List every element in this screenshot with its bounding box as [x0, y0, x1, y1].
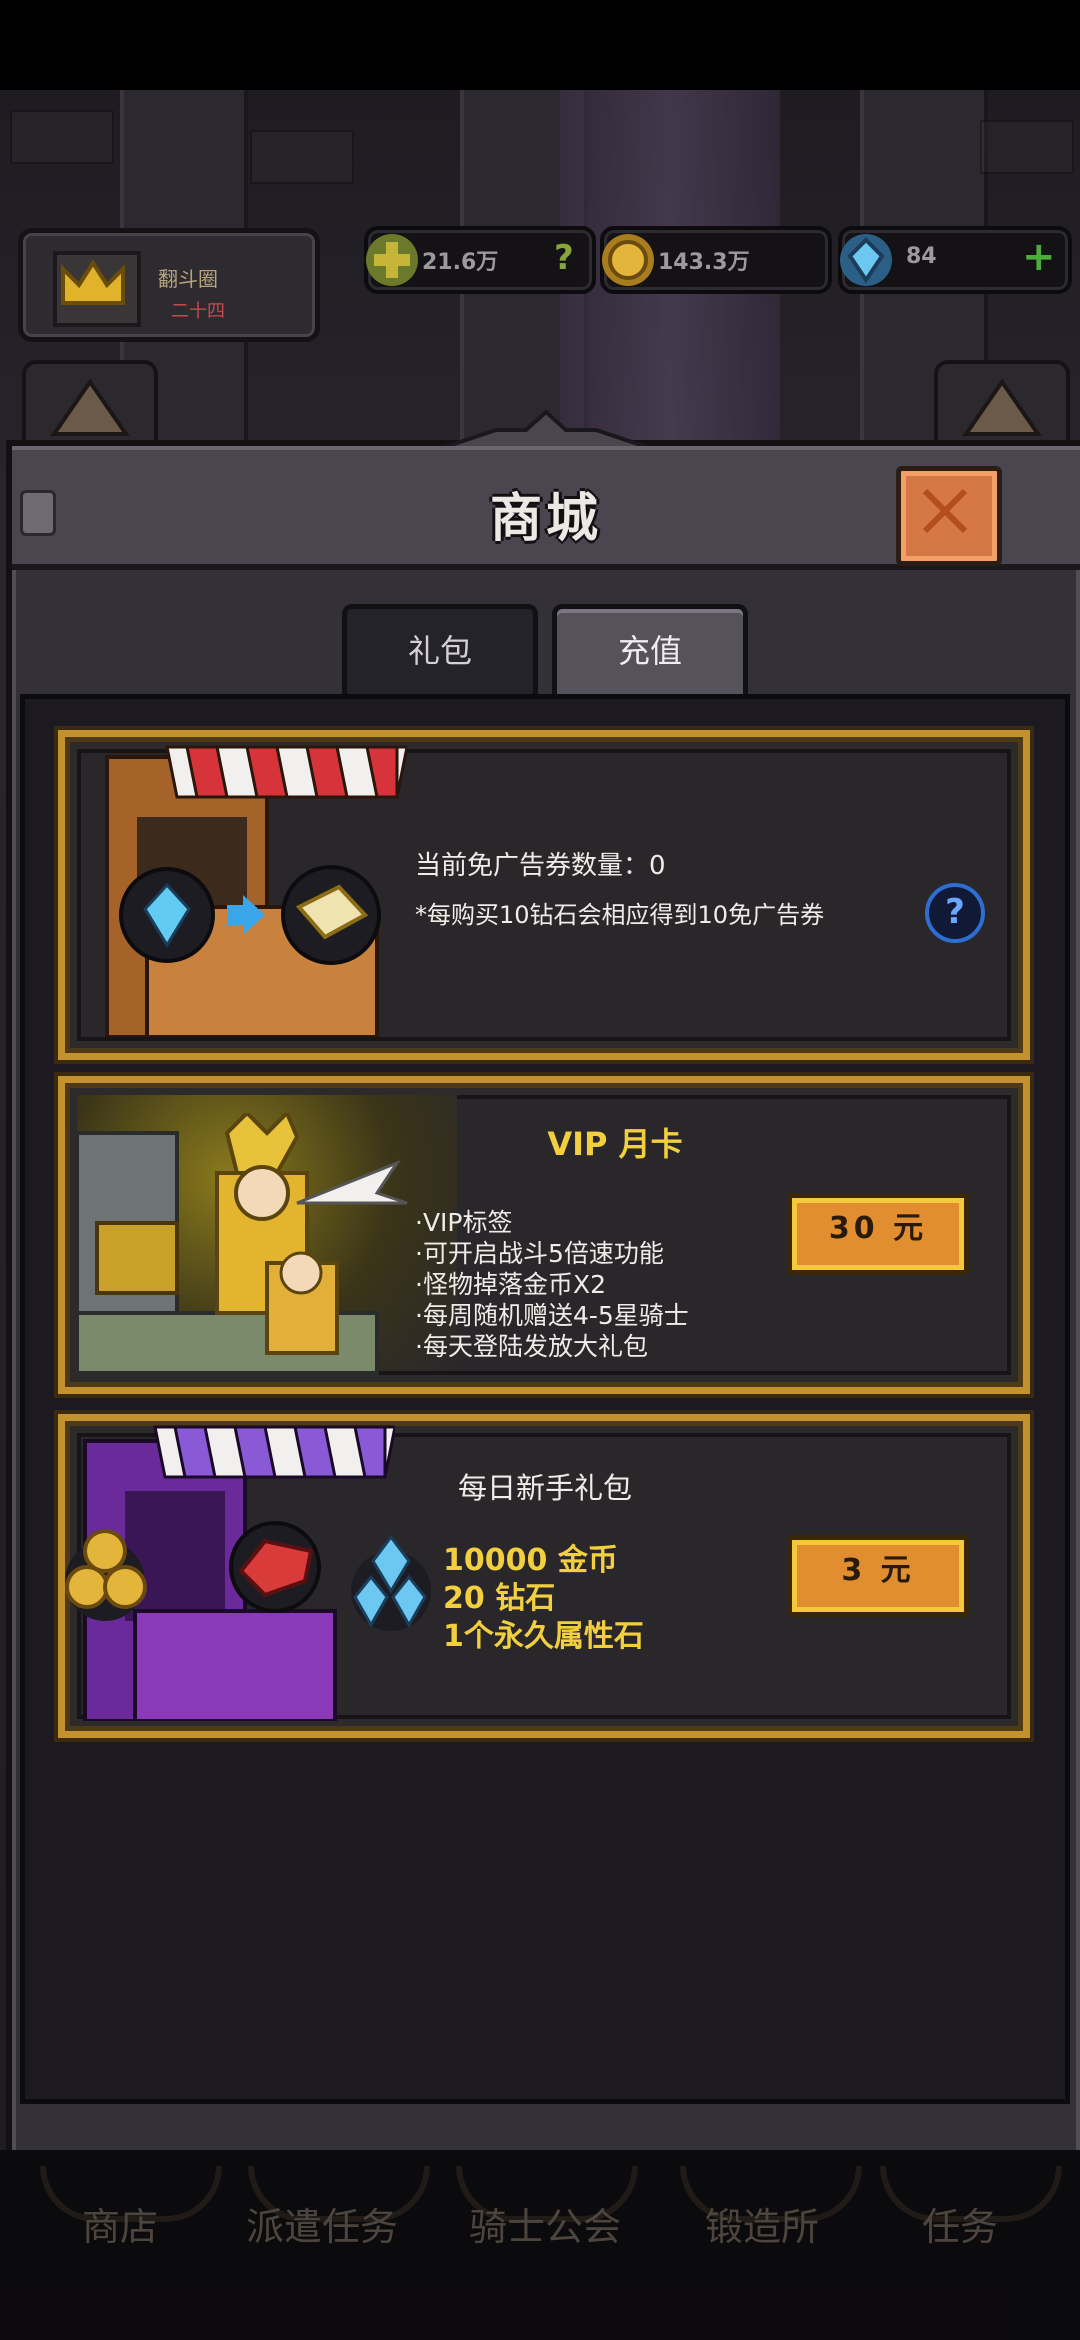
- close-button[interactable]: [896, 466, 1002, 566]
- ad-voucher-card: 当前免广告券数量：0 *每购买10钻石会相应得到10免广告券 ?: [58, 730, 1030, 1060]
- purple-stall-icon: [65, 1425, 395, 1721]
- chevron-up-icon: [50, 378, 130, 436]
- reward-line: 1个永久属性石: [443, 1619, 644, 1654]
- tab-top-up[interactable]: 充值: [552, 604, 748, 699]
- wall-brick: [10, 110, 114, 164]
- vip-buy-button[interactable]: 30 元: [787, 1193, 969, 1275]
- plus-badge-icon: [366, 234, 418, 286]
- resource-bar-diamond: 84 +: [838, 226, 1072, 294]
- wall-brick: [980, 120, 1074, 174]
- gold-coin-icon: [602, 234, 654, 286]
- daily-pack-buy-button[interactable]: 3 元: [787, 1535, 969, 1617]
- gold-value: 143.3万: [658, 250, 750, 275]
- resource-bar-energy: 21.6万 ?: [364, 226, 596, 294]
- daily-pack-card: 每日新手礼包 10000 金币 20 钻石 1个永久属性石 3 元: [58, 1414, 1030, 1738]
- help-icon[interactable]: ?: [925, 883, 985, 943]
- vip-monthly-card: VIP 月卡 ·VIP标签 ·可开启战斗5倍速功能 ·怪物掉落金币X2 ·每周随…: [58, 1076, 1030, 1394]
- rank-subtitle: 二十四: [171, 301, 225, 322]
- diamond-icon: [840, 234, 892, 286]
- vip-perk: ·每天登陆发放大礼包: [415, 1332, 648, 1361]
- close-icon: [922, 488, 968, 534]
- modal-crest-ornament: [436, 410, 656, 450]
- vip-card-title: VIP 月卡: [547, 1125, 683, 1163]
- energy-value: 21.6万: [422, 250, 499, 275]
- daily-pack-title: 每日新手礼包: [457, 1471, 632, 1505]
- ad-voucher-count: 当前免广告券数量：0: [415, 851, 666, 881]
- chevron-up-icon: [962, 378, 1042, 436]
- rank-name: 翻斗圈: [158, 267, 218, 291]
- add-diamond-button[interactable]: +: [1022, 234, 1056, 280]
- nav-dim-overlay: [0, 2150, 1080, 2340]
- diamond-value: 84: [906, 244, 937, 269]
- crown-icon: [53, 251, 141, 327]
- help-icon[interactable]: ?: [554, 238, 574, 278]
- market-stall-icon: [105, 745, 407, 1037]
- modal-header: 商城: [12, 446, 1080, 570]
- tab-gift-packs[interactable]: 礼包: [342, 604, 538, 699]
- ad-voucher-note: *每购买10钻石会相应得到10免广告券: [415, 901, 825, 929]
- resource-bar-gold: 143.3万: [600, 226, 832, 294]
- rank-panel[interactable]: 翻斗圈 二十四: [18, 228, 320, 342]
- diamond-pile-icon: [351, 1534, 431, 1631]
- wall-brick: [250, 130, 354, 184]
